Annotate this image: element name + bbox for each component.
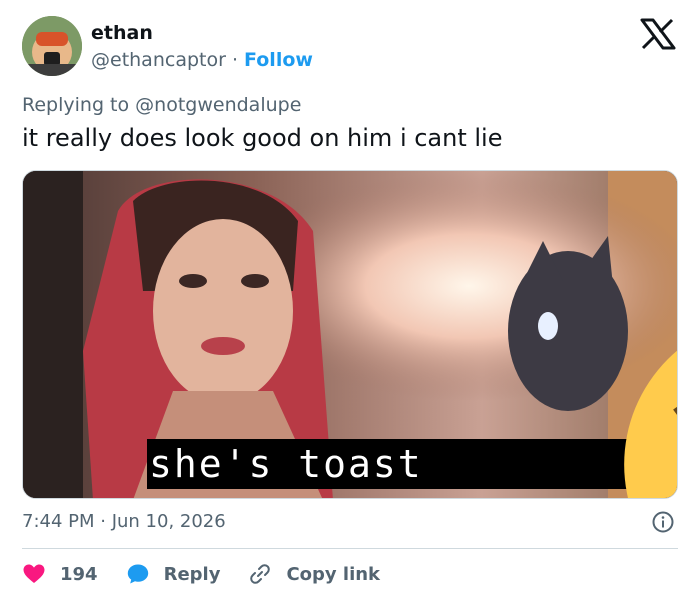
tweet-timestamp[interactable]: 7:44 PM · Jun 10, 2026: [22, 511, 226, 532]
info-icon[interactable]: [652, 511, 674, 533]
meme-caption-text: she's toast: [149, 442, 423, 486]
link-icon: [250, 564, 271, 584]
follow-button[interactable]: Follow: [244, 49, 313, 71]
tweet-actions-bar: 194 Reply Copy link: [22, 560, 408, 588]
reply-label: Reply: [163, 563, 221, 585]
meme-caption: she's toast: [147, 350, 677, 498]
tweet-card: ethan @ethancaptor · Follow Replying to …: [0, 0, 700, 601]
speech-bubble-icon: [127, 564, 148, 584]
copy-link-label: Copy link: [286, 563, 381, 585]
separator: ·: [231, 49, 238, 71]
avatar[interactable]: [22, 16, 82, 76]
caption-emoji-row: [445, 300, 677, 498]
divider: [22, 548, 678, 549]
like-button[interactable]: 194: [22, 562, 98, 586]
author-handle[interactable]: @ethancaptor: [91, 49, 226, 71]
loudly-crying-face-icon: [623, 350, 677, 498]
likes-count: 194: [60, 563, 98, 585]
heart-icon: [23, 564, 45, 583]
reply-prefix: Replying to: [22, 94, 130, 116]
x-logo-icon[interactable]: [640, 18, 676, 50]
author-name[interactable]: ethan: [91, 22, 153, 44]
author-handle-line: @ethancaptor · Follow: [91, 49, 313, 71]
tweet-text: it really does look good on him i cant l…: [22, 124, 503, 152]
copy-link-button[interactable]: Copy link: [248, 562, 380, 586]
reply-button[interactable]: Reply: [126, 562, 221, 586]
reply-target-handle[interactable]: @notgwendalupe: [135, 94, 301, 116]
tweet-media-image[interactable]: she's toast: [22, 170, 678, 499]
reply-context: Replying to @notgwendalupe: [22, 94, 301, 116]
